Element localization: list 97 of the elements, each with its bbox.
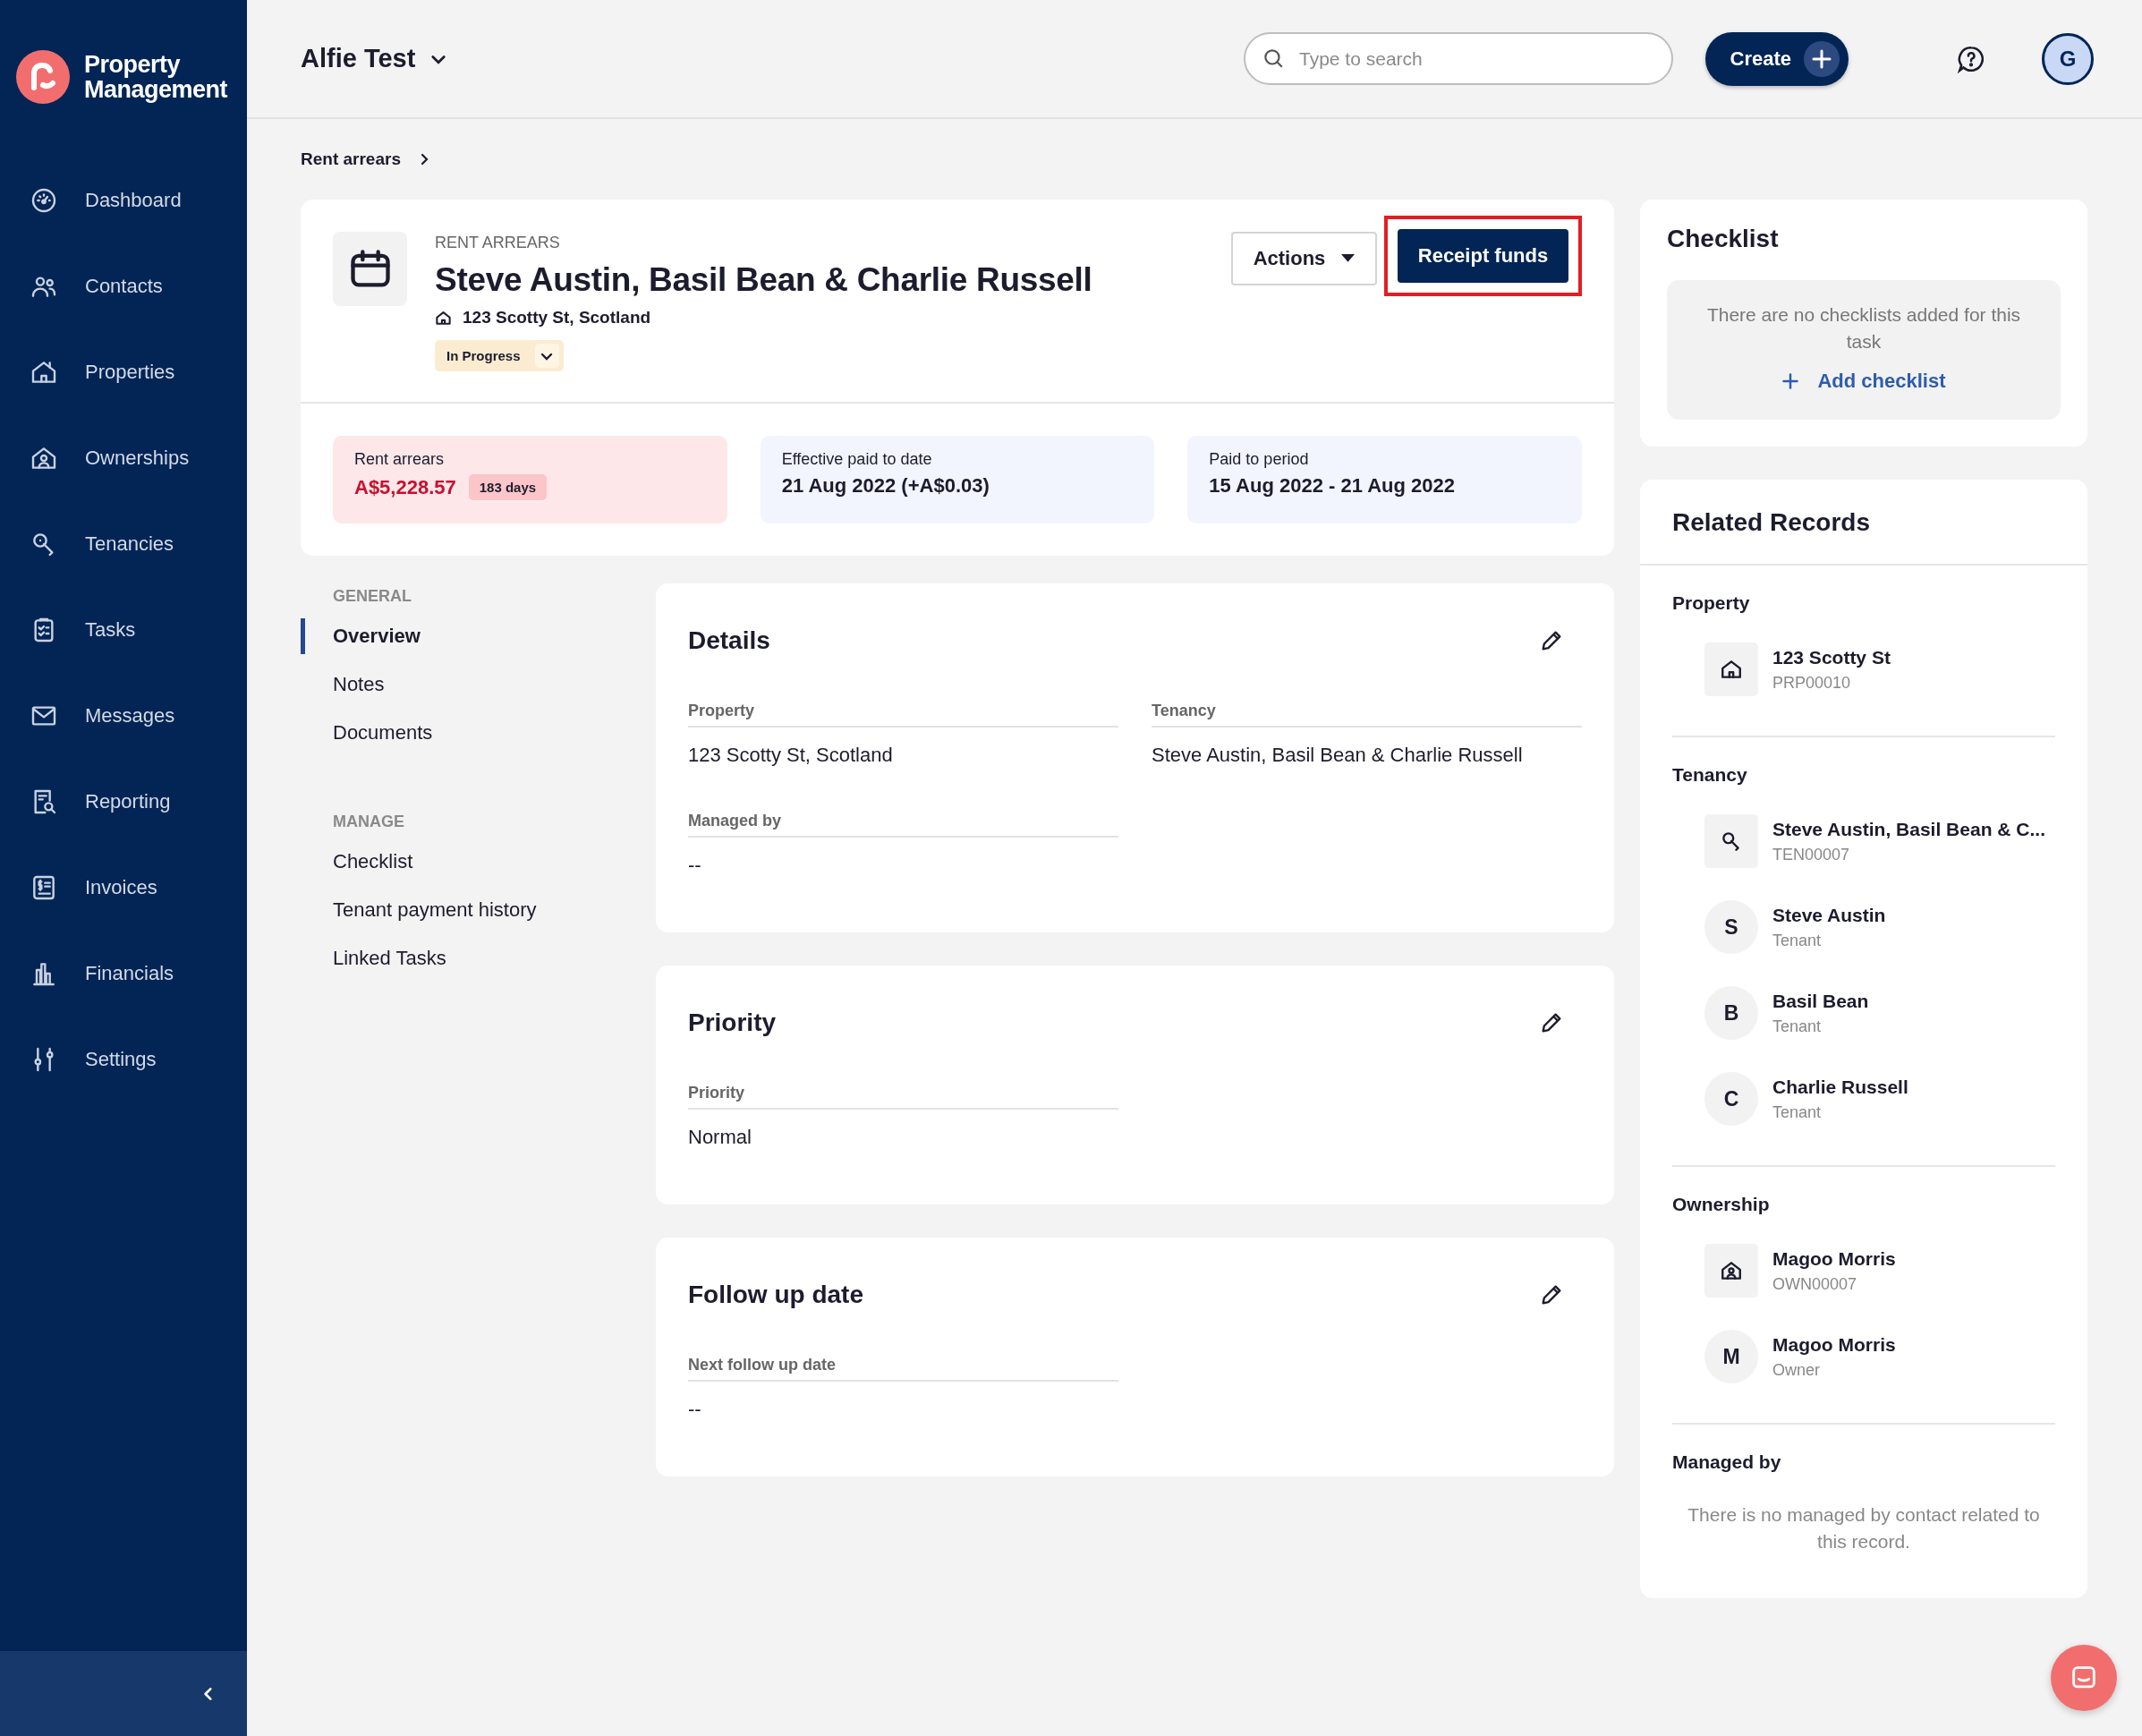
task-type: RENT ARREARS — [435, 234, 560, 252]
sidebar-item[interactable]: Financials — [0, 931, 247, 1017]
workspace-switcher[interactable]: Alfie Test — [301, 44, 448, 73]
app-name: Property Management — [84, 52, 228, 102]
group-heading: Managed by — [1672, 1451, 1782, 1473]
field-label: Managed by — [688, 812, 1118, 838]
section-nav-item[interactable]: Linked Tasks — [301, 940, 446, 976]
record-name: Steve Austin, Basil Bean & C... — [1772, 818, 2045, 840]
sidebar-item[interactable]: Invoices — [0, 845, 247, 931]
dashboard-icon — [30, 186, 58, 215]
field-value: -- — [688, 854, 702, 877]
record-subtitle: Tenant — [1772, 1102, 1823, 1122]
record-subtitle: Tenant — [1772, 931, 1823, 950]
empty-message: There are no checklists added for this task — [1705, 303, 2022, 353]
group-heading: Tenancy — [1672, 764, 1748, 786]
record-link[interactable]: C Charlie Russell Tenant — [1704, 1072, 2055, 1126]
sidebar-item[interactable]: Contacts — [0, 243, 247, 329]
plus-icon — [1804, 40, 1840, 77]
task-address: 123 Scotty St, Scotland — [463, 308, 651, 328]
field-value: 123 Scotty St, Scotland — [688, 744, 894, 767]
chat-button[interactable] — [2051, 1645, 2117, 1711]
record-name: 123 Scotty St — [1772, 646, 1891, 668]
record-subtitle: OWN00007 — [1772, 1274, 1858, 1294]
section-heading: MANAGE — [332, 813, 404, 831]
group-heading: Ownership — [1672, 1194, 1771, 1215]
section-nav-item[interactable]: Tenant payment history — [301, 892, 537, 928]
card-title: Follow up date — [688, 1281, 863, 1309]
sidebar-item[interactable]: Reporting — [0, 759, 247, 845]
section-nav-item[interactable]: Checklist — [301, 844, 413, 880]
section-heading: GENERAL — [332, 587, 412, 606]
record-subtitle: Tenant — [1772, 1017, 1823, 1036]
plus-icon — [1781, 372, 1800, 390]
caret-icon — [1341, 254, 1356, 263]
actions-button[interactable]: Actions — [1231, 232, 1377, 285]
record-name: Basil Bean — [1772, 990, 1869, 1012]
logo-icon — [16, 50, 70, 104]
sidebar-item[interactable]: Dashboard — [0, 157, 247, 243]
field-value: Steve Austin, Basil Bean & Charlie Russell — [1152, 744, 1524, 767]
field-value: Normal — [688, 1126, 752, 1149]
create-button[interactable]: Create — [1705, 31, 1849, 86]
field-label: Priority — [688, 1084, 1118, 1110]
house-icon — [435, 309, 452, 327]
record-link[interactable]: 123 Scotty St PRP00010 — [1704, 642, 2055, 696]
sidebar-item[interactable]: Ownerships — [0, 415, 247, 501]
record-link[interactable]: S Steve Austin Tenant — [1704, 900, 2055, 954]
collapse-icon[interactable] — [202, 1685, 215, 1702]
card-title: Priority — [688, 1008, 777, 1037]
sidebar-item[interactable]: Properties — [0, 329, 247, 415]
sidebar-item[interactable]: Tenancies — [0, 501, 247, 587]
empty-message: There is no managed by contact related to this record. — [1687, 1503, 2041, 1553]
section-nav-item[interactable]: Documents — [301, 715, 433, 751]
record-link[interactable]: M Magoo Morris Owner — [1704, 1330, 2055, 1383]
initial-avatar: S — [1704, 900, 1758, 954]
user-avatar[interactable]: G — [2042, 32, 2094, 85]
group-heading: Property — [1672, 592, 1751, 614]
stat-label: Effective paid to date — [781, 450, 933, 469]
stat-value: 21 Aug 2022 (+A$0.03) — [781, 474, 990, 498]
record-link[interactable]: B Basil Bean Tenant — [1704, 986, 2055, 1040]
receipt-funds-button[interactable]: Receipt funds — [1398, 229, 1568, 283]
stat-label: Paid to period — [1209, 450, 1310, 469]
record-subtitle: Owner — [1772, 1360, 1821, 1380]
card-title: Related Records — [1640, 480, 2087, 566]
chevron-down-icon — [534, 344, 559, 368]
sidebar-item[interactable]: Messages — [0, 673, 247, 759]
sidebar-item[interactable]: Settings — [0, 1017, 247, 1102]
stat-value: 15 Aug 2022 - 21 Aug 2022 — [1209, 474, 1456, 498]
search-field[interactable]: Type to search — [1244, 32, 1673, 85]
card-title: Details — [688, 626, 770, 655]
record-name: Magoo Morris — [1772, 1247, 1896, 1270]
card-title: Checklist — [1667, 225, 1780, 253]
task-title: Steve Austin, Basil Bean & Charlie Russell — [435, 261, 1092, 299]
section-nav-item[interactable]: Overview — [301, 618, 421, 654]
record-subtitle: PRP00010 — [1772, 673, 1852, 693]
initial-avatar: B — [1704, 986, 1758, 1040]
record-link[interactable]: Steve Austin, Basil Bean & C... TEN00007 — [1704, 814, 2055, 868]
field-label: Tenancy — [1152, 702, 1582, 728]
house-icon — [1720, 658, 1743, 681]
initial-avatar: M — [1704, 1330, 1758, 1383]
record-link[interactable]: Magoo Morris OWN00007 — [1704, 1244, 2055, 1298]
section-nav-item[interactable]: Notes — [301, 667, 385, 702]
record-name: Steve Austin — [1772, 904, 1886, 926]
add-checklist-link[interactable]: Add checklist — [1781, 370, 1946, 393]
field-value: -- — [688, 1398, 702, 1421]
stat-label: Rent arrears — [354, 450, 446, 469]
record-name: Charlie Russell — [1772, 1076, 1908, 1098]
search-icon — [1262, 47, 1285, 70]
sidebar-item[interactable]: Tasks — [0, 587, 247, 673]
breadcrumb-link[interactable]: Rent arrears — [301, 149, 401, 169]
field-label: Property — [688, 702, 1118, 728]
record-name: Magoo Morris — [1772, 1333, 1896, 1356]
house-person-icon — [1720, 1259, 1743, 1282]
days-badge: 183 days — [468, 474, 548, 500]
record-subtitle: TEN00007 — [1772, 845, 1851, 864]
status-dropdown[interactable]: In Progress — [435, 340, 564, 371]
initial-avatar: C — [1704, 1072, 1758, 1126]
field-label: Next follow up date — [688, 1356, 1118, 1382]
stat-value: A$5,228.57 — [354, 475, 456, 499]
